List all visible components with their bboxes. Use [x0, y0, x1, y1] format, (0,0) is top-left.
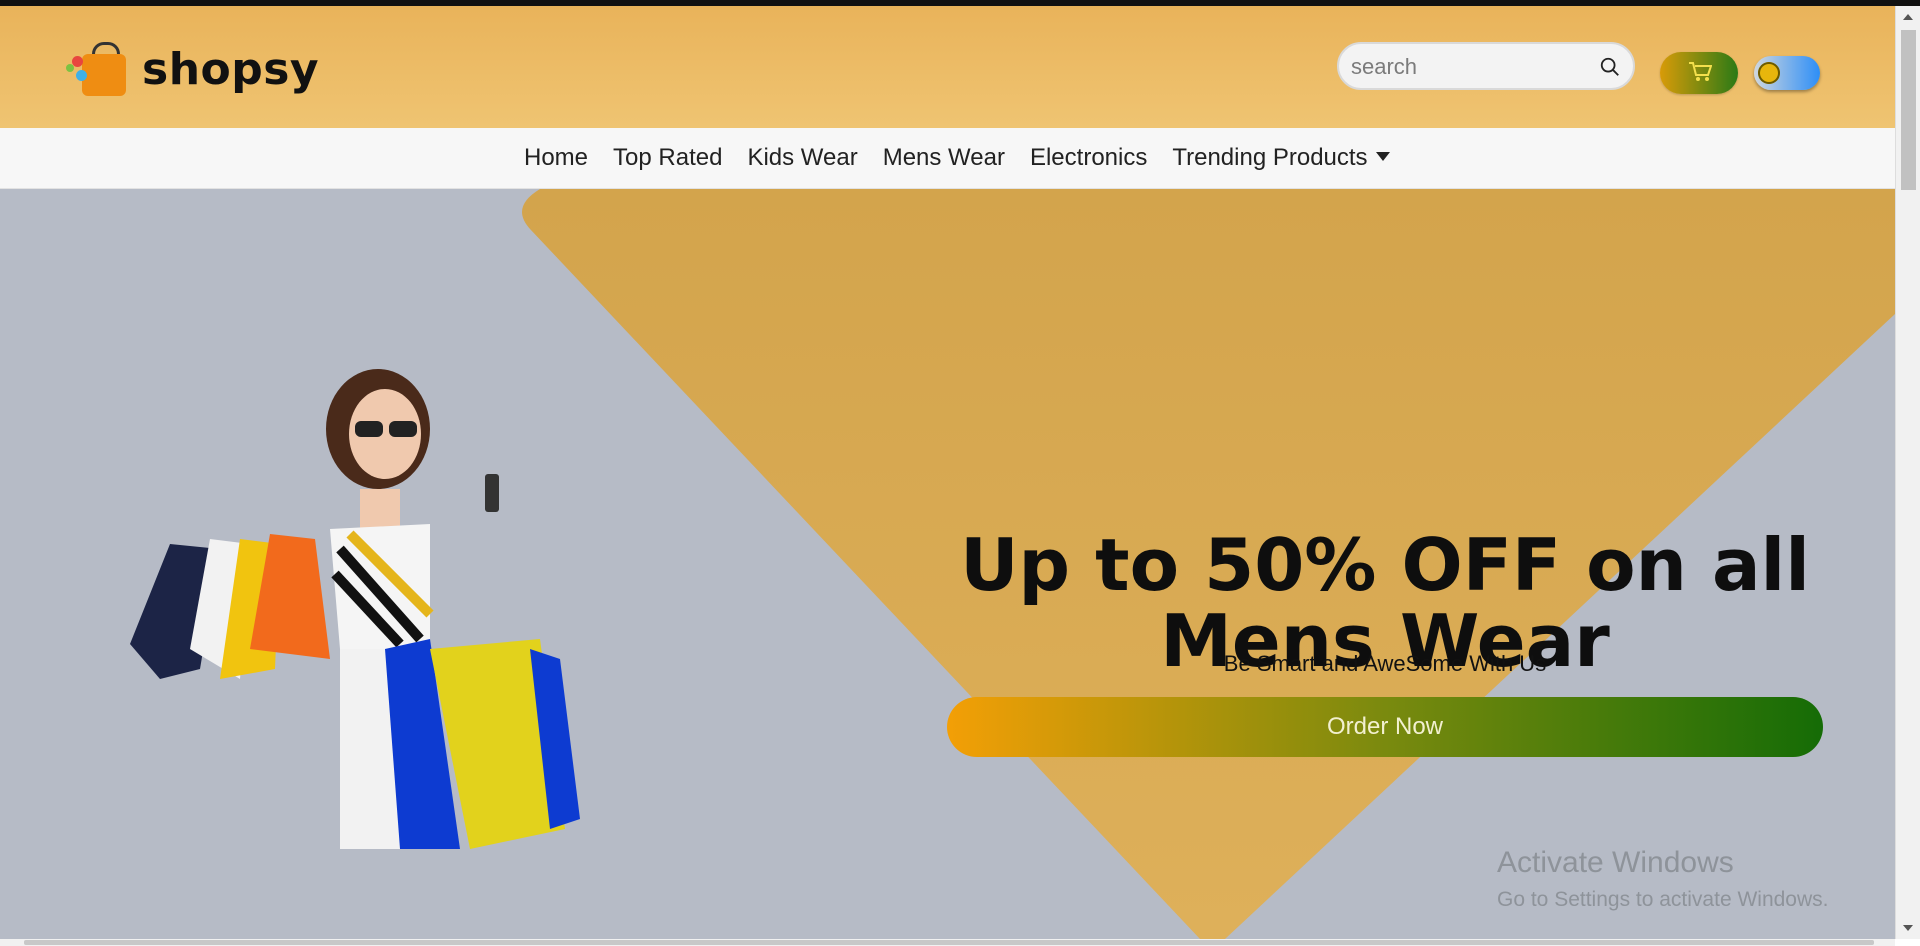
- scroll-thumb[interactable]: [1901, 30, 1916, 190]
- horizontal-scrollbar[interactable]: [0, 939, 1895, 946]
- horizontal-scroll-thumb[interactable]: [24, 940, 1874, 945]
- nav-mens-wear[interactable]: Mens Wear: [883, 144, 1005, 171]
- search-input[interactable]: [1349, 52, 1593, 82]
- watermark-line-2: Go to Settings to activate Windows.: [1497, 888, 1829, 911]
- search-icon[interactable]: [1599, 56, 1621, 78]
- woman-with-shopping-bags-image: [130, 369, 580, 849]
- scroll-up-arrow-icon[interactable]: [1903, 14, 1913, 20]
- brand-logo[interactable]: shopsy: [66, 40, 320, 98]
- main-nav: Home Top Rated Kids Wear Mens Wear Elect…: [0, 128, 1895, 189]
- shopping-bag-logo-icon: [66, 40, 128, 98]
- vertical-scrollbar[interactable]: [1895, 6, 1920, 939]
- windows-activation-watermark: Activate Windows Go to Settings to activ…: [1497, 846, 1829, 912]
- caret-down-icon: [1375, 152, 1390, 162]
- nav-electronics[interactable]: Electronics: [1030, 144, 1147, 171]
- search-box: [1337, 42, 1635, 90]
- scroll-down-arrow-icon[interactable]: [1903, 925, 1913, 931]
- brand-name: shopsy: [142, 43, 320, 95]
- theme-toggle[interactable]: [1754, 56, 1820, 90]
- nav-home[interactable]: Home: [524, 144, 588, 171]
- nav-kids-wear[interactable]: Kids Wear: [747, 144, 857, 171]
- hero-subtitle: Be Smart and AweSome With Us: [1223, 651, 1547, 676]
- order-now-button[interactable]: Order Now: [947, 697, 1823, 757]
- watermark-line-1: Activate Windows: [1497, 846, 1734, 879]
- nav-trending-products[interactable]: Trending Products: [1172, 144, 1390, 171]
- cart-button[interactable]: [1660, 52, 1738, 94]
- nav-top-rated[interactable]: Top Rated: [613, 144, 722, 171]
- toggle-knob: [1758, 62, 1780, 84]
- site-header: shopsy: [0, 6, 1895, 128]
- hero-banner: Up to 50% OFF on all Mens Wear Be Smart …: [0, 189, 1895, 939]
- cart-icon: [1689, 62, 1712, 81]
- nav-trending-products-label: Trending Products: [1172, 144, 1368, 171]
